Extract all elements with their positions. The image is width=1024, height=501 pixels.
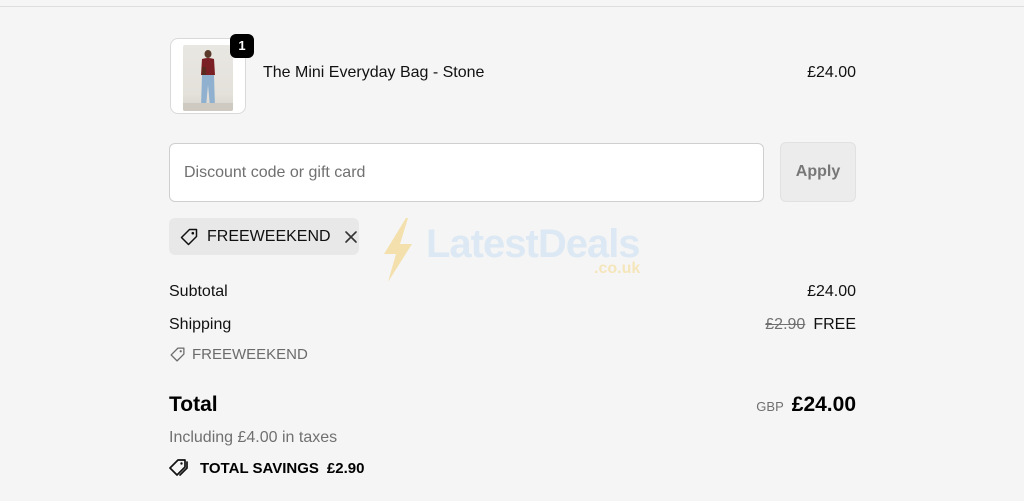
taxes-note: Including £4.00 in taxes (169, 429, 338, 446)
shipping-value: FREE (813, 316, 856, 333)
tags-icon (169, 459, 188, 476)
product-name: The Mini Everyday Bag - Stone (263, 64, 485, 81)
product-image (183, 45, 233, 111)
remove-discount-icon[interactable] (343, 229, 359, 245)
apply-button[interactable]: Apply (780, 142, 856, 202)
watermark-text: LatestDeals (426, 222, 641, 266)
currency-code: GBP (756, 399, 784, 414)
tag-icon (170, 347, 185, 362)
savings-value: £2.90 (326, 459, 365, 477)
savings-label: TOTAL SAVINGS (200, 459, 319, 477)
tag-icon (180, 228, 198, 245)
shipping-label: Shipping (169, 316, 232, 333)
watermark-logo: LatestDeals .co.uk (378, 216, 653, 286)
discount-code-input[interactable] (169, 143, 764, 202)
shipping-value-group: £2.90 FREE (765, 316, 856, 334)
subtotal-value: £24.00 (807, 283, 856, 300)
subtotal-label: Subtotal (169, 283, 228, 300)
shipping-code-label: FREEWEEKEND (192, 346, 308, 363)
total-savings: TOTAL SAVINGS £2.90 (169, 458, 364, 478)
watermark-subtext: .co.uk (594, 260, 641, 277)
subtotal-row: Subtotal £24.00 (169, 283, 856, 301)
shipping-discount-code: FREEWEEKEND (169, 346, 308, 363)
shipping-row: Shipping £2.90 FREE (169, 316, 856, 334)
line-item: 1 The Mini Everyday Bag - Stone £24.00 (169, 34, 856, 114)
total-value-group: GBP £24.00 (756, 393, 856, 417)
total-label: Total (169, 393, 218, 416)
quantity-badge: 1 (230, 34, 254, 58)
product-thumbnail: 1 (170, 34, 254, 114)
total-amount: £24.00 (791, 393, 856, 416)
top-divider (0, 6, 1024, 7)
product-price: £24.00 (807, 64, 856, 81)
applied-code-label: FREEWEEKEND (207, 227, 331, 245)
shipping-original-price: £2.90 (765, 316, 806, 333)
lightning-icon (384, 218, 412, 282)
applied-discount-chip: FREEWEEKEND (169, 218, 359, 255)
